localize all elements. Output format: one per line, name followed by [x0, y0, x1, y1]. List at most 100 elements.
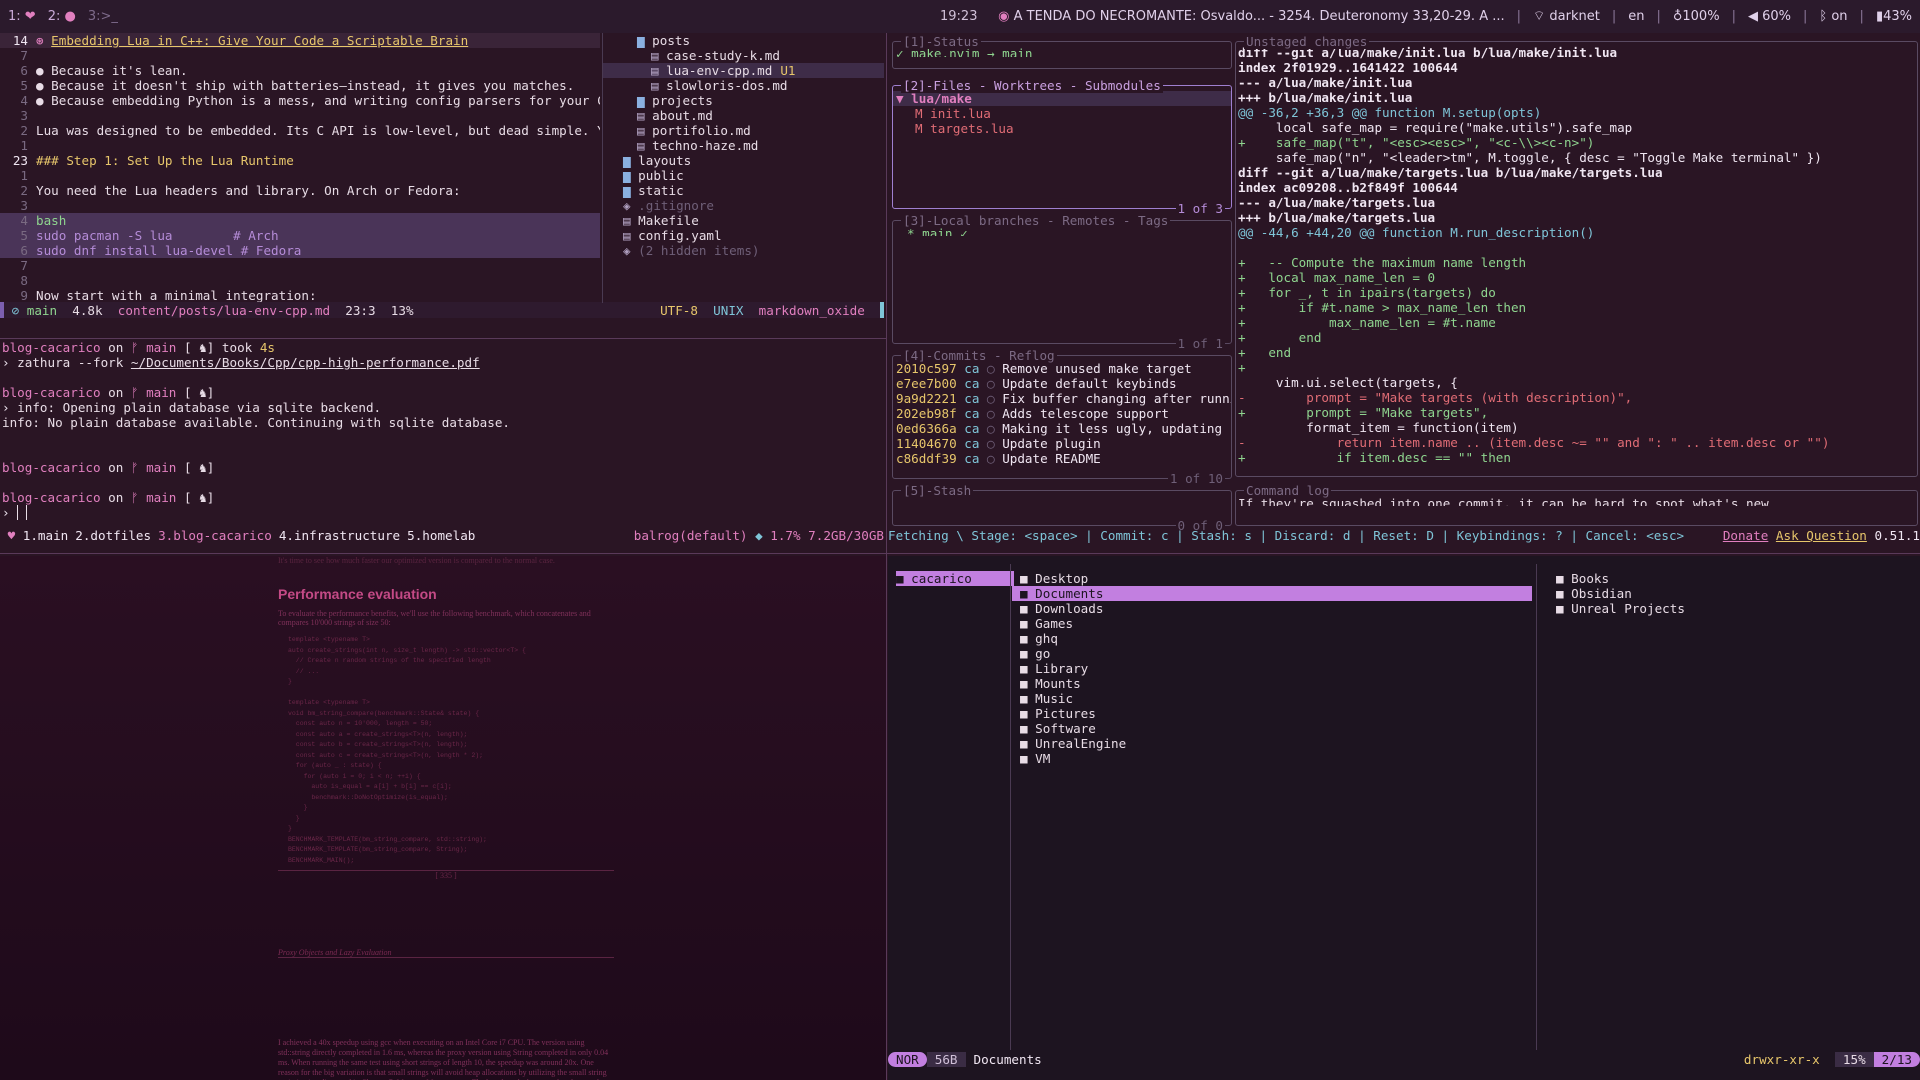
workspace-2[interactable]: 2: ●	[48, 9, 76, 24]
line-text: You need the Lua headers and library. On…	[36, 183, 461, 198]
git-commits-panel[interactable]: [4]-Commits - Reflog 2010c597 ca ◯ Remov…	[892, 348, 1232, 486]
keyboard-layout[interactable]: en	[1628, 9, 1644, 24]
git-diff-panel[interactable]: Unstaged changes diff --git a/lua/make/i…	[1235, 34, 1918, 477]
editor-statusline: ⊘ main 4.8k content/posts/lua-env-cpp.md…	[0, 302, 884, 318]
commit-hash: e7ee7b00	[896, 376, 957, 391]
tmux-window[interactable]: 5.homelab	[407, 528, 475, 543]
tree-item[interactable]: ▆ projects	[603, 93, 884, 108]
directory-item[interactable]: ■ Games	[1012, 616, 1532, 631]
pdf-code-line: const auto b = create_strings<T>(n, leng…	[288, 741, 468, 748]
tree-item[interactable]: ▆ static	[603, 183, 884, 198]
lazygit-pane[interactable]: [1]-Status ✓ make.nvim → main [2]-Files …	[888, 33, 1920, 545]
directory-item[interactable]: ■ go	[1012, 646, 1532, 661]
diff-line: index 2f01929..1641422 100644	[1238, 60, 1917, 75]
directory-item[interactable]: ■ Pictures	[1012, 706, 1532, 721]
git-file-item[interactable]: ▼ lua/make	[893, 91, 1231, 106]
directory-item[interactable]: ■ UnrealEngine	[1012, 736, 1532, 751]
ask-question-link[interactable]: Ask Question	[1776, 528, 1867, 543]
cursor[interactable]	[17, 505, 27, 520]
tree-item[interactable]: ▆ layouts	[603, 153, 884, 168]
tree-item[interactable]: ▤ lua-env-cpp.md U1	[603, 63, 884, 78]
directory-item[interactable]: ■ VM	[1012, 751, 1532, 766]
tmux-window[interactable]: 1.main	[23, 528, 69, 543]
commit-row[interactable]: c86ddf39 ca ◯ Update README	[893, 451, 1231, 466]
tree-item[interactable]: ▤ portifolio.md	[603, 123, 884, 138]
file-tree[interactable]: ▆ posts ▤ case-study-k.md ▤ lua-env-cpp.md…	[602, 33, 884, 303]
directory-item[interactable]: ■ Documents	[1012, 586, 1532, 601]
donate-link[interactable]: Donate	[1723, 528, 1769, 543]
preview-item[interactable]: ■ Obsidian	[1548, 586, 1908, 601]
line-text: ### Step 1: Set Up the Lua Runtime	[36, 153, 294, 168]
git-file-item[interactable]: M init.lua	[893, 106, 1231, 121]
git-status-panel[interactable]: [1]-Status ✓ make.nvim → main	[892, 34, 1232, 69]
tree-item[interactable]: ▤ techno-haze.md	[603, 138, 884, 153]
pdf-code-line: }	[288, 814, 300, 822]
tmux-window[interactable]: 2.dotfiles	[75, 528, 151, 543]
commit-row[interactable]: e7ee7b00 ca ◯ Update default keybinds	[893, 376, 1231, 391]
tree-item[interactable]: ◈ .gitignore	[603, 198, 884, 213]
workspace-1[interactable]: 1: ❤	[8, 9, 36, 24]
tree-item[interactable]: ▤ case-study-k.md	[603, 48, 884, 63]
diff-text: + local max_name_len = 0	[1238, 270, 1436, 285]
directory-item[interactable]: ■ Mounts	[1012, 676, 1532, 691]
diff-line	[1238, 240, 1917, 255]
terminal-line: blog-cacarico on ᚠ main [ ♞]	[2, 460, 884, 475]
tmux-window[interactable]: 3.blog-cacarico	[158, 528, 272, 543]
prompt-user: blog-cacarico	[2, 490, 101, 505]
tree-item[interactable]: ▤ slowloris-dos.md	[603, 78, 884, 93]
directory-item[interactable]: ■ Desktop	[1012, 571, 1532, 586]
tree-item[interactable]: ▤ Makefile	[603, 213, 884, 228]
status-area: ◉ A TENDA DO NECROMANTE: Osvaldo... - 32…	[998, 9, 1912, 24]
pdf-code-line: // ...	[288, 667, 320, 675]
bluetooth[interactable]: ᛒ on	[1819, 9, 1847, 24]
volume[interactable]: ◀ 60%	[1748, 9, 1791, 24]
title-marker-icon: ⊛	[36, 33, 52, 48]
commit-author: ca	[964, 436, 980, 451]
directory-item[interactable]: ■ Music	[1012, 691, 1532, 706]
tree-item[interactable]: ▤ about.md	[603, 108, 884, 123]
git-stash-panel[interactable]: [5]-Stash 0 of 0	[892, 483, 1232, 533]
commit-row[interactable]: 11404670 ca ◯ Update plugin	[893, 436, 1231, 451]
commit-author: ca	[964, 391, 980, 406]
commit-row[interactable]: 0ed6366a ca ◯ Making it less ugly, updat…	[893, 421, 1231, 436]
directory-item[interactable]: ■ Library	[1012, 661, 1532, 676]
tree-item[interactable]: ▤ config.yaml	[603, 228, 884, 243]
diff-text: +++ b/lua/make/targets.lua	[1238, 210, 1436, 225]
git-file-item[interactable]: M targets.lua	[893, 121, 1231, 136]
line-text: ● Because embedding Python is a mess, an…	[36, 93, 600, 108]
tree-item[interactable]: ▆ posts	[603, 33, 884, 48]
yazi-file-manager[interactable]: ■ cacarico ■ Desktop ■ Documents ■ Downloa…	[888, 556, 1920, 1080]
tree-item[interactable]: ▆ public	[603, 168, 884, 183]
line-number: 8	[20, 273, 28, 288]
directory-item[interactable]: ■ Software	[1012, 721, 1532, 736]
editor-pane[interactable]: 14 ⊛ Embedding Lua in C++: Give Your Code…	[0, 33, 600, 318]
prompt-chevron: ›	[2, 355, 18, 370]
tree-item[interactable]: ◈ (2 hidden items)	[603, 243, 884, 258]
commit-row[interactable]: 9a9d2221 ca ◯ Fix buffer changing after …	[893, 391, 1231, 406]
parent-dir-item[interactable]: ■ cacarico	[896, 571, 1014, 586]
git-branch-icon: ⊘	[4, 302, 27, 318]
terminal-pane[interactable]: blog-cacarico on ᚠ main [ ♞] took 4s › za…	[0, 340, 884, 536]
commit-row[interactable]: 2010c597 ca ◯ Remove unused make target	[893, 361, 1231, 376]
commit-row[interactable]: 202eb98f ca ◯ Adds telescope support	[893, 406, 1231, 421]
pdf-page: It's time to see how much faster our opt…	[278, 556, 614, 1080]
diff-line: + prompt = "Make targets",	[1238, 405, 1917, 420]
media-now-playing[interactable]: ◉ A TENDA DO NECROMANTE: Osvaldo... - 32…	[998, 9, 1504, 24]
brightness[interactable]: ♁100%	[1673, 9, 1720, 24]
git-files-panel[interactable]: [2]-Files - Worktrees - Submodules ▼ lua…	[892, 78, 1232, 216]
pdf-code-line: const auto n = 10'000, length = 50;	[288, 720, 433, 727]
commit-message: Update plugin	[1002, 436, 1101, 451]
tmux-window[interactable]: 4.infrastructure	[279, 528, 400, 543]
preview-item[interactable]: ■ Unreal Projects	[1548, 601, 1908, 616]
workspace-3[interactable]: 3:>_	[88, 9, 118, 24]
line-number: 2	[20, 123, 28, 138]
wifi-status[interactable]: ⌔ darknet	[1533, 9, 1600, 24]
branch-icon: ᚠ	[130, 490, 147, 505]
commit-author: ca	[964, 421, 980, 436]
directory-item[interactable]: ■ Downloads	[1012, 601, 1532, 616]
git-branches-panel[interactable]: [3]-Local branches - Remotes - Tags * ma…	[892, 213, 1232, 351]
pdf-viewer[interactable]: It's time to see how much faster our opt…	[0, 556, 886, 1080]
directory-item[interactable]: ■ ghq	[1012, 631, 1532, 646]
preview-item[interactable]: ■ Books	[1548, 571, 1908, 586]
